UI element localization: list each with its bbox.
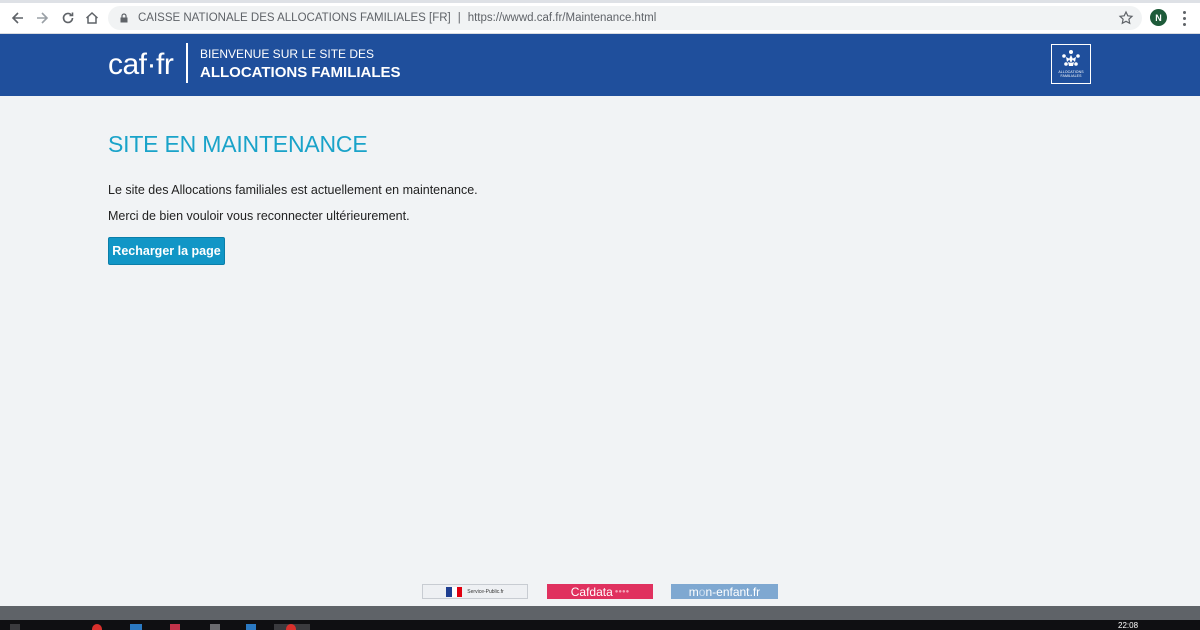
reload-page-button[interactable]: Recharger la page bbox=[108, 237, 225, 265]
tab-strip bbox=[0, 0, 1200, 3]
snowflake-family-icon bbox=[1062, 50, 1080, 66]
back-arrow-icon[interactable] bbox=[6, 6, 30, 30]
lock-icon[interactable] bbox=[118, 12, 130, 24]
kebab-menu-icon[interactable] bbox=[1178, 9, 1190, 27]
taskbar-app-icon[interactable] bbox=[246, 624, 256, 630]
taskbar-app-icon[interactable] bbox=[92, 624, 102, 630]
profile-avatar[interactable]: N bbox=[1150, 9, 1167, 26]
browser-toolbar: CAISSE NATIONALE DES ALLOCATIONS FAMILIA… bbox=[0, 0, 1200, 34]
reload-icon[interactable] bbox=[56, 6, 80, 30]
footer-bar bbox=[0, 606, 1200, 620]
cafdata-logo[interactable]: Cafdata ●●●● bbox=[547, 584, 653, 599]
mon-enfant-logo[interactable]: m o n-enfant.fr bbox=[671, 584, 778, 599]
taskbar-clock: 22:08 bbox=[1118, 621, 1139, 630]
site-header: caf·fr BIENVENUE SUR LE SITE DES ALLOCAT… bbox=[0, 34, 1200, 96]
french-flag-icon bbox=[446, 586, 463, 597]
address-bar[interactable]: CAISSE NATIONALE DES ALLOCATIONS FAMILIA… bbox=[108, 6, 1142, 30]
monenfant-text-pre: m bbox=[688, 584, 699, 599]
maintenance-message: Le site des Allocations familiales est a… bbox=[108, 183, 478, 197]
welcome-line-1: BIENVENUE SUR LE SITE DES bbox=[200, 47, 375, 61]
taskbar-app-icon[interactable] bbox=[210, 624, 220, 630]
cafdata-text: Cafdata bbox=[570, 584, 613, 599]
service-public-text: Service-Public.fr bbox=[467, 588, 504, 595]
taskbar-app-icon[interactable] bbox=[170, 624, 180, 630]
chrome-taskbar-icon[interactable] bbox=[286, 624, 296, 630]
cafdata-dots: ●●●● bbox=[614, 588, 630, 595]
allocations-familiales-emblem[interactable]: ALLOCATIONS FAMILIALES bbox=[1051, 44, 1091, 84]
forward-arrow-icon[interactable] bbox=[30, 6, 54, 30]
page-title: SITE EN MAINTENANCE bbox=[108, 131, 368, 157]
url-text[interactable]: https://wwwd.caf.fr/Maintenance.html bbox=[468, 12, 657, 24]
os-taskbar bbox=[0, 620, 1200, 630]
monenfant-text-o: o bbox=[698, 584, 706, 599]
emblem-caption: ALLOCATIONS FAMILIALES bbox=[1058, 70, 1084, 78]
star-icon[interactable] bbox=[1118, 10, 1134, 26]
monenfant-text-post: n-enfant.fr bbox=[705, 584, 761, 599]
logo-divider bbox=[186, 43, 188, 83]
welcome-line-2: ALLOCATIONS FAMILIALES bbox=[200, 64, 401, 81]
taskbar-app-icon[interactable] bbox=[130, 624, 142, 630]
reconnect-message: Merci de bien vouloir vous reconnecter u… bbox=[108, 209, 410, 223]
service-public-logo[interactable]: Service-Public.fr bbox=[422, 584, 528, 599]
caf-logo[interactable]: caf·fr bbox=[108, 48, 174, 82]
site-identity: CAISSE NATIONALE DES ALLOCATIONS FAMILIA… bbox=[138, 12, 451, 24]
url-separator: | bbox=[457, 12, 461, 24]
home-icon[interactable] bbox=[80, 6, 104, 30]
start-icon[interactable] bbox=[10, 624, 20, 630]
